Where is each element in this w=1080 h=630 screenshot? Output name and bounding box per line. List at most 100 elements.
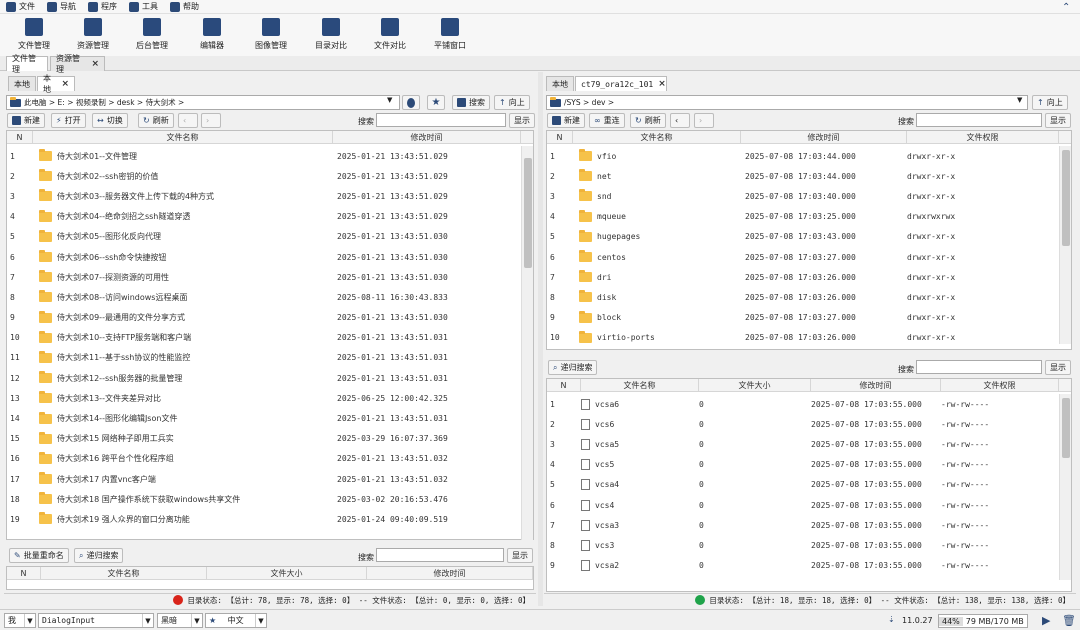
new-button[interactable]: 新建 <box>547 113 585 128</box>
download-button[interactable] <box>402 95 420 110</box>
search-input-2[interactable] <box>916 360 1042 374</box>
show-button-2[interactable]: 显示 <box>507 548 533 563</box>
favorite-button[interactable]: ★ <box>427 95 445 110</box>
mode-select[interactable]: 我 ▼ <box>4 613 36 628</box>
table-row[interactable]: 1 侍大剑术01--文件管理 2025-01-21 13:43:51.029 <box>7 146 521 166</box>
recursive-search-button[interactable]: ⌕ 递归搜索 <box>74 548 124 563</box>
reconnect-button[interactable]: ∞ 重连 <box>589 113 625 128</box>
collapse-icon[interactable]: ⌃ <box>1062 2 1070 13</box>
col-modified[interactable]: 修改时间 <box>367 566 533 580</box>
menu-item-2[interactable]: 程序 <box>88 0 117 14</box>
language-select[interactable]: ★ 中文 ▼ <box>205 613 267 628</box>
table-row[interactable]: 7 dri 2025-07-08 17:03:26.000 drwxr-xr-x <box>547 267 1059 287</box>
table-row[interactable]: 6 侍大剑术06--ssh命令快捷按钮 2025-01-21 13:43:51.03… <box>7 247 521 267</box>
table-row[interactable]: 9 vcsa2 0 2025-07-08 17:03:55.000 -rw-rw---- <box>547 556 1059 576</box>
table-row[interactable]: 6 vcs4 0 2025-07-08 17:03:55.000 -rw-rw---- <box>547 495 1059 515</box>
col-file-name[interactable]: 文件名称 <box>41 566 207 580</box>
tool-image[interactable]: 图像管理 <box>241 18 301 51</box>
chevron-down-icon[interactable]: ▼ <box>387 96 392 104</box>
table-row[interactable]: 3 snd 2025-07-08 17:03:40.000 drwxr-xr-x <box>547 186 1059 206</box>
table-row[interactable]: 9 侍大剑术09--最通用的文件分享方式 2025-01-21 13:43:51.0… <box>7 308 521 328</box>
table-row[interactable]: 13 侍大剑术13--文件夹差异对比 2025-06-25 12:00:42.325 <box>7 388 521 408</box>
menu-item-1[interactable]: 导航 <box>47 0 76 14</box>
col-size[interactable]: 文件大小 <box>207 566 367 580</box>
col-modified[interactable]: 修改时间 <box>811 378 941 392</box>
table-row[interactable]: 4 侍大剑术04--绝命剑招之ssh隧道穿透 2025-01-21 13:43:51… <box>7 207 521 227</box>
menu-item-0[interactable]: 文件 <box>6 0 35 14</box>
menu-item-3[interactable]: 工具 <box>129 0 158 14</box>
up-button[interactable]: ↑ 向上 <box>494 95 530 110</box>
refresh-button[interactable]: ↻ 刷新 <box>138 113 174 128</box>
tool-compare-folder[interactable]: 目录对比 <box>301 18 361 51</box>
dialog-input[interactable]: DialogInput ▼ <box>38 613 154 628</box>
table-row[interactable]: 9 block 2025-07-08 17:03:27.000 drwxr-xr-x <box>547 308 1059 328</box>
show-button[interactable]: 显示 <box>1045 113 1071 128</box>
forward-button[interactable]: › <box>694 113 714 128</box>
close-icon[interactable]: × <box>658 79 666 89</box>
new-button[interactable]: 新建 <box>7 113 45 128</box>
table-row[interactable]: 2 vcs6 0 2025-07-08 17:03:55.000 -rw-rw---- <box>547 414 1059 434</box>
splitter[interactable] <box>538 72 543 606</box>
open-button[interactable]: ⚡ 打开 <box>51 113 86 128</box>
recursive-search-button[interactable]: ⌕ 递归搜索 <box>548 360 598 375</box>
table-row[interactable]: 8 disk 2025-07-08 17:03:26.000 drwxr-xr-x <box>547 287 1059 307</box>
table-row[interactable]: 19 侍大剑术19 强人众界的窗口分离功能 2025-01-24 09:40:09.… <box>7 509 521 529</box>
trash-icon[interactable]: 🗑 <box>1062 614 1076 627</box>
theme-select[interactable]: 黑暗 ▼ <box>157 613 203 628</box>
table-row[interactable]: 6 centos 2025-07-08 17:03:27.000 drwxr-xr-x <box>547 247 1059 267</box>
table-row[interactable]: 2 net 2025-07-08 17:03:44.000 drwxr-xr-x <box>547 166 1059 186</box>
col-modified[interactable]: 修改时间 <box>333 130 521 144</box>
batch-rename-button[interactable]: ✎ 批量重命名 <box>9 548 69 563</box>
search-input-2[interactable] <box>376 548 504 562</box>
table-row[interactable]: 10 侍大剑术10--支持FTP服务端和客户端 2025-01-21 13:43:5… <box>7 328 521 348</box>
tool-folder-open[interactable]: 文件管理 <box>4 18 64 51</box>
col-file-name[interactable]: 文件名称 <box>573 130 741 144</box>
scrollbar[interactable] <box>1059 394 1071 580</box>
scroll-thumb[interactable] <box>524 158 532 268</box>
chevron-down-icon[interactable]: ▼ <box>1017 96 1022 104</box>
left-tab-local-1[interactable]: 本地 <box>8 76 36 91</box>
table-row[interactable]: 8 vcs3 0 2025-07-08 17:03:55.000 -rw-rw---- <box>547 535 1059 555</box>
tool-monitor[interactable]: 后台管理 <box>122 18 182 51</box>
menu-item-4[interactable]: 帮助 <box>170 0 199 14</box>
col-permission[interactable]: 文件权限 <box>907 130 1059 144</box>
right-tab-local[interactable]: 本地 <box>546 76 574 91</box>
show-button[interactable]: 显示 <box>509 113 535 128</box>
back-button[interactable]: ‹ <box>670 113 690 128</box>
tool-tile-window[interactable]: 平铺窗口 <box>420 18 480 51</box>
show-button-2[interactable]: 显示 <box>1045 360 1071 375</box>
switch-button[interactable]: ↔ 切换 <box>92 113 128 128</box>
back-button[interactable]: ‹ <box>178 113 198 128</box>
table-row[interactable]: 17 侍大剑术17 内置vnc客户端 2025-01-21 13:43:51.032 <box>7 469 521 489</box>
forward-button[interactable]: › <box>201 113 221 128</box>
col-size[interactable]: 文件大小 <box>699 378 811 392</box>
up-button[interactable]: ↑ 向上 <box>1032 95 1068 110</box>
table-row[interactable]: 12 侍大剑术12--ssh服务器的批量管理 2025-01-21 13:43:51… <box>7 368 521 388</box>
table-row[interactable]: 2 侍大剑术02--ssh密钥的价值 2025-01-21 13:43:51.029 <box>7 166 521 186</box>
col-modified[interactable]: 修改时间 <box>741 130 907 144</box>
table-row[interactable]: 10 virtio-ports 2025-07-08 17:03:26.000 drw… <box>547 328 1059 344</box>
table-row[interactable]: 11 侍大剑术11--基于ssh协议的性能监控 2025-01-21 13:43:5… <box>7 348 521 368</box>
tool-resource[interactable]: 资源管理 <box>63 18 123 51</box>
path-bar[interactable]: 此电脑 > E: > 视频录制 > desk > 侍大剑术 > <box>6 95 400 110</box>
table-row[interactable]: 7 侍大剑术07--探测资源的可用性 2025-01-21 13:43:51.030 <box>7 267 521 287</box>
left-tab-local-2[interactable]: 本地 × <box>37 74 75 94</box>
col-file-name[interactable]: 文件名称 <box>33 130 333 144</box>
table-row[interactable]: 16 侍大剑术16 跨平台个性化程序组 2025-01-21 13:43:51.03… <box>7 449 521 469</box>
search-input[interactable] <box>376 113 506 127</box>
tool-edit[interactable]: 编辑器 <box>182 18 242 51</box>
table-row[interactable]: 5 vcsa4 0 2025-07-08 17:03:55.000 -rw-rw---- <box>547 475 1059 495</box>
table-row[interactable]: 4 mqueue 2025-07-08 17:03:25.000 drwxrwxrwx <box>547 207 1059 227</box>
close-icon[interactable]: × <box>61 79 69 89</box>
scroll-thumb[interactable] <box>1062 398 1070 458</box>
tool-compare-file[interactable]: 文件对比 <box>360 18 420 51</box>
table-row[interactable]: 18 侍大剑术18 国产操作系统下获取windows共享文件 2025-03-02 … <box>7 489 521 509</box>
play-icon[interactable]: ▶ <box>1042 614 1050 627</box>
table-row[interactable]: 15 侍大剑术15 网络种子即用工兵实 2025-03-29 16:07:37.36… <box>7 429 521 449</box>
col-file-name[interactable]: 文件名称 <box>581 378 699 392</box>
table-row[interactable]: 1 vcsa6 0 2025-07-08 17:03:55.000 -rw-rw---- <box>547 394 1059 414</box>
table-row[interactable]: 4 vcs5 0 2025-07-08 17:03:55.000 -rw-rw---- <box>547 455 1059 475</box>
scrollbar[interactable] <box>1059 146 1071 344</box>
scrollbar[interactable] <box>521 146 533 540</box>
table-row[interactable]: 1 vfio 2025-07-08 17:03:44.000 drwxr-xr-x <box>547 146 1059 166</box>
